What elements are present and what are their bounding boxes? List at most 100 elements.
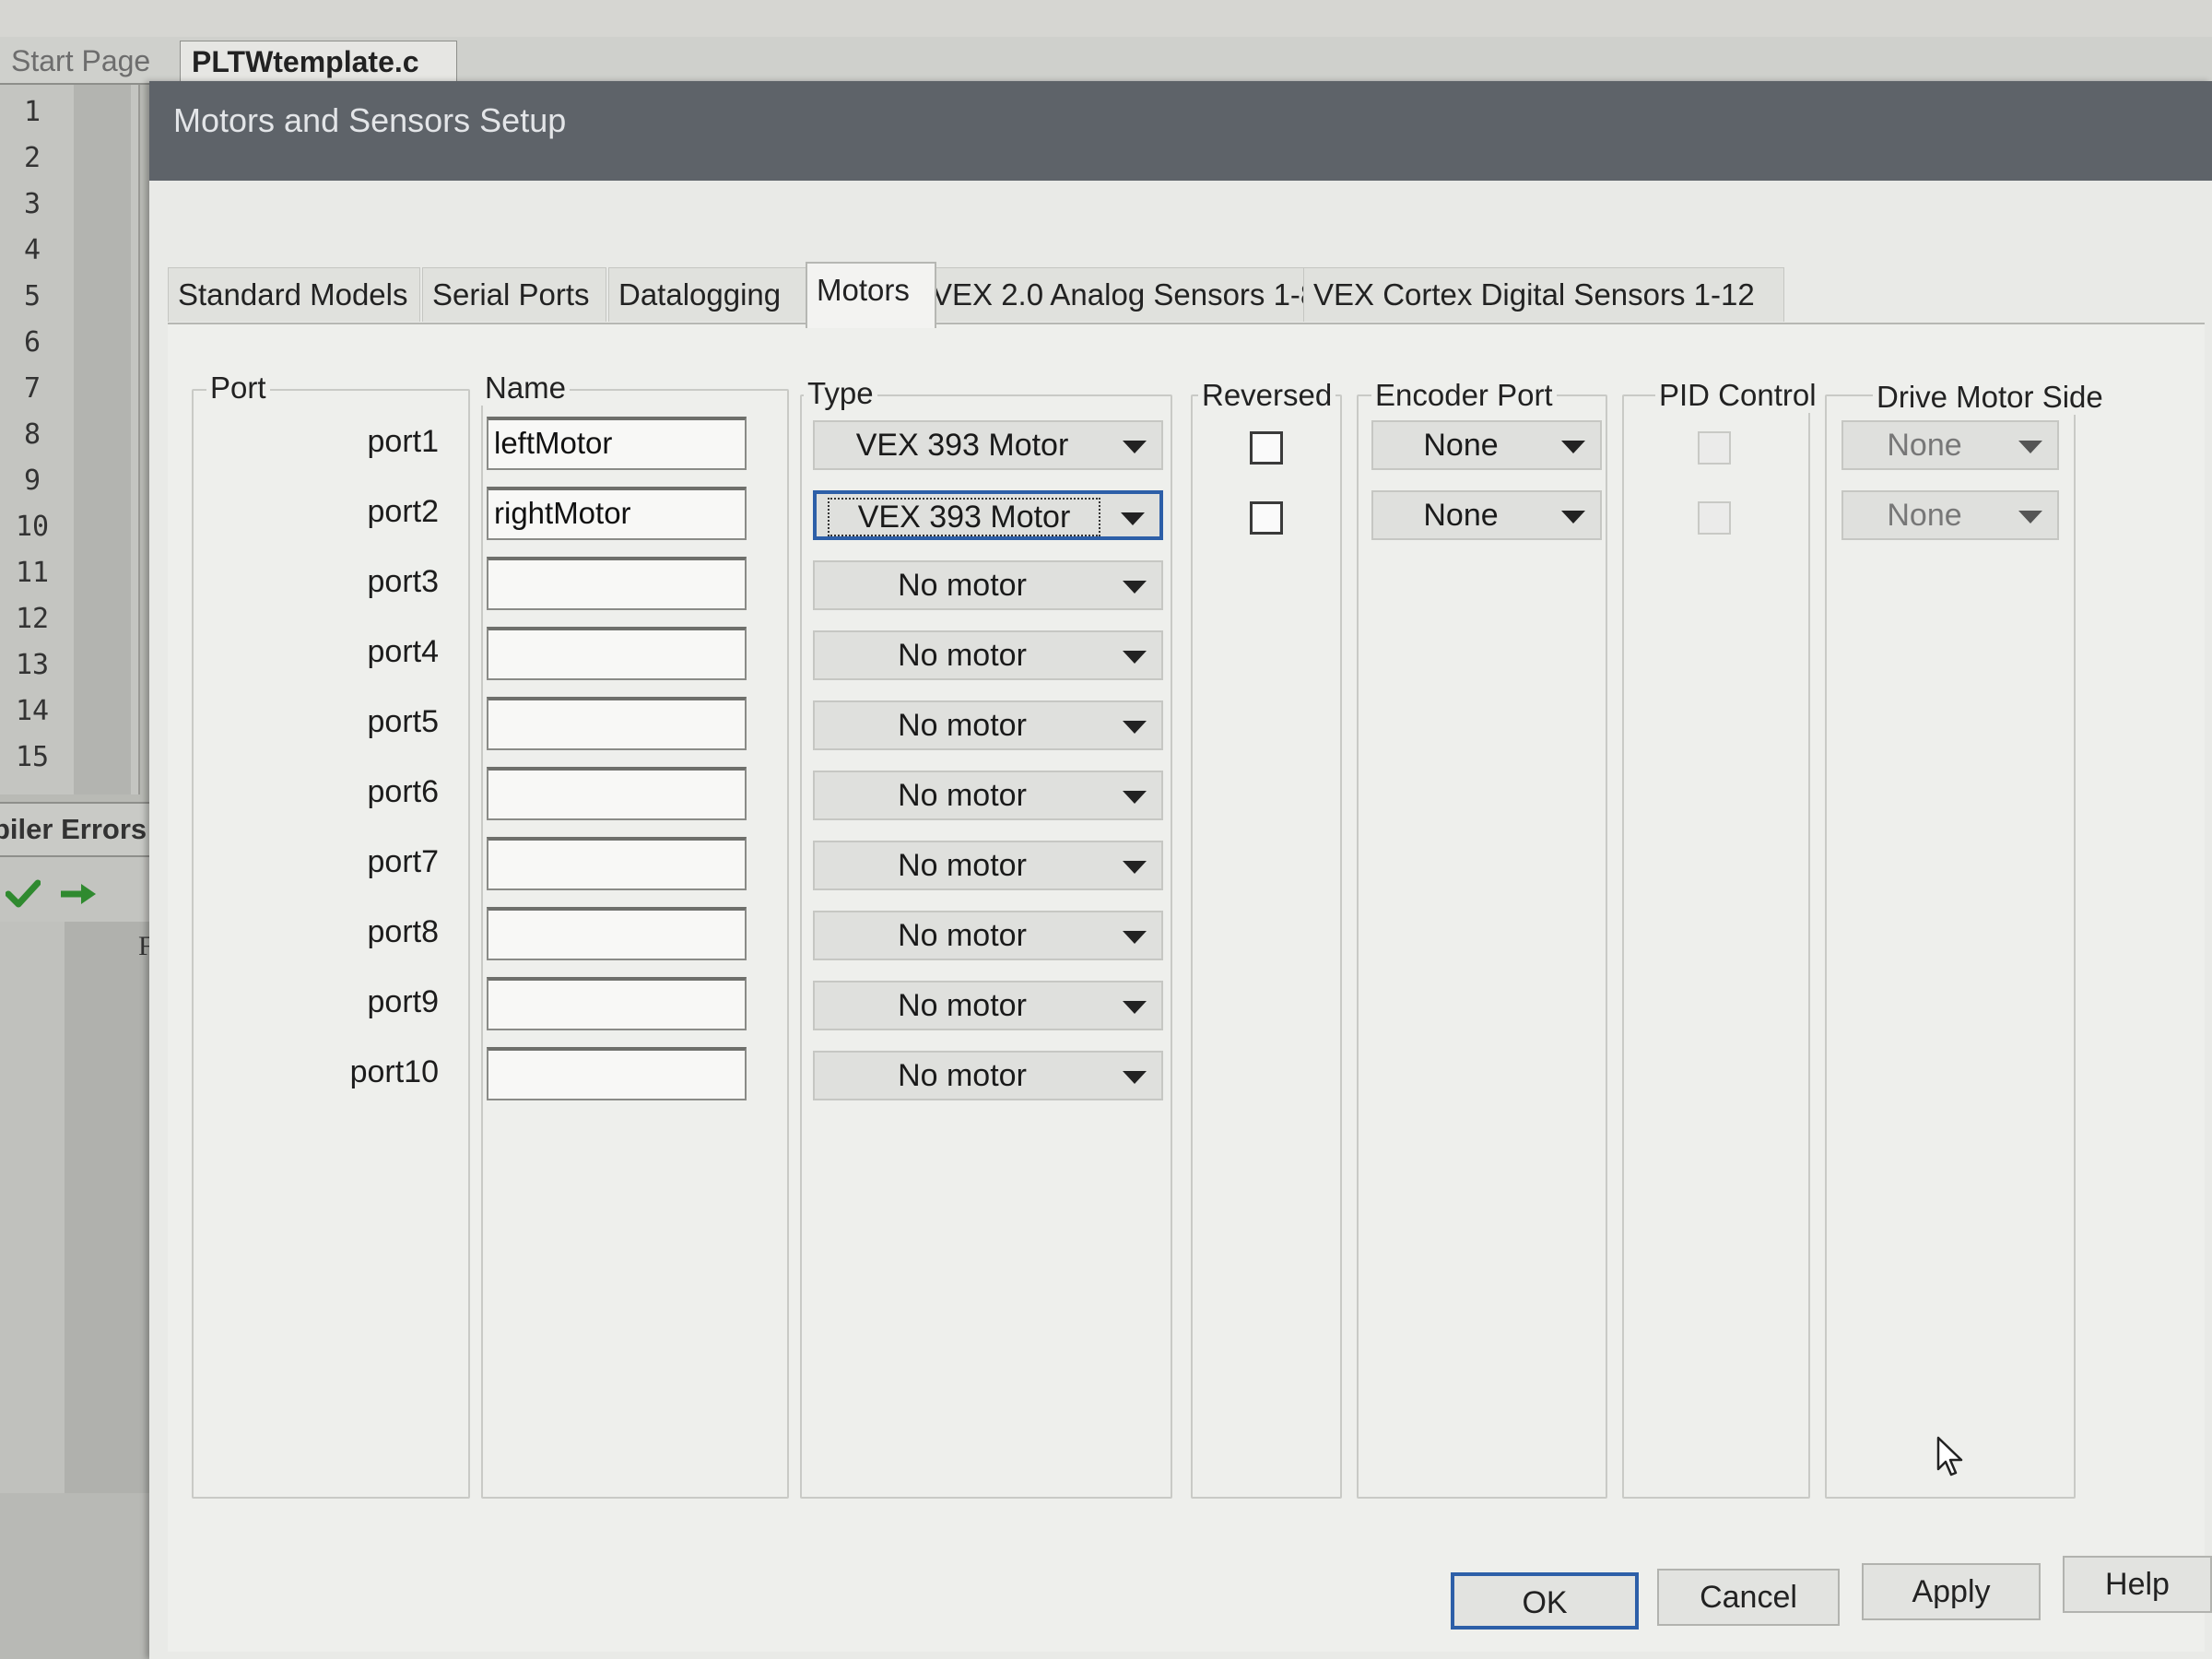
line-number: 1 xyxy=(23,96,41,128)
dialog-tabs: Standard Models Serial Ports Datalogging… xyxy=(168,184,2195,328)
port-label: port2 xyxy=(367,494,440,529)
editor-tab-strip: Start Page PLTWtemplate.c xyxy=(0,37,2212,85)
dialog-title: Motors and Sensors Setup xyxy=(173,101,567,139)
check-icon[interactable] xyxy=(6,877,41,911)
motor-name-field[interactable] xyxy=(487,837,747,890)
motor-type-dropdown[interactable]: No motor xyxy=(813,700,1163,750)
motors-sensors-dialog: Motors and Sensors Setup Standard Models… xyxy=(149,81,2212,1659)
motor-type-value: No motor xyxy=(898,918,1027,953)
chevron-down-icon xyxy=(1561,441,1585,453)
chevron-down-icon xyxy=(1123,581,1147,594)
motor-name-field[interactable] xyxy=(487,767,747,820)
arrow-right-icon[interactable] xyxy=(59,877,100,911)
motor-name-field[interactable] xyxy=(487,1047,747,1100)
pid-control-checkbox xyxy=(1698,431,1731,465)
reversed-column-header: Reversed xyxy=(1198,378,1336,413)
motor-type-dropdown[interactable]: No motor xyxy=(813,771,1163,820)
mouse-cursor-icon xyxy=(1936,1436,1963,1477)
encoder-port-dropdown[interactable]: None xyxy=(1371,490,1602,540)
motor-type-value: No motor xyxy=(898,708,1027,743)
motor-name-field[interactable] xyxy=(487,977,747,1030)
drive-motor-side-value: None xyxy=(1887,428,1962,463)
motor-type-value: No motor xyxy=(898,848,1027,883)
drive-motor-side-column-header: Drive Motor Side xyxy=(1873,380,2107,415)
line-number: 4 xyxy=(23,234,41,266)
drive-motor-side-dropdown: None xyxy=(1841,420,2059,470)
pid-control-column-header: PID Control xyxy=(1655,378,1820,413)
line-number: 12 xyxy=(15,603,50,635)
ok-button[interactable]: OK xyxy=(1451,1572,1639,1630)
line-number: 2 xyxy=(23,142,41,174)
gutter-margin xyxy=(74,85,131,794)
line-number: 8 xyxy=(23,418,41,451)
motor-name-field[interactable] xyxy=(487,627,747,680)
line-number: 10 xyxy=(15,511,50,543)
motor-name-field[interactable]: rightMotor xyxy=(487,487,747,540)
motor-type-value: No motor xyxy=(898,568,1027,603)
name-column-header: Name xyxy=(481,371,571,406)
tab-motors[interactable]: Motors xyxy=(806,262,936,328)
help-button[interactable]: Help xyxy=(2063,1556,2212,1613)
motor-type-value: No motor xyxy=(898,778,1027,813)
reversed-checkbox[interactable] xyxy=(1250,431,1283,465)
tab-pltw-template[interactable]: PLTWtemplate.c xyxy=(180,41,457,82)
line-number: 11 xyxy=(15,557,50,589)
motor-name-field[interactable] xyxy=(487,907,747,960)
errors-column xyxy=(65,922,157,1493)
line-number: 6 xyxy=(23,326,41,359)
port-column-header: Port xyxy=(206,371,270,406)
cancel-button[interactable]: Cancel xyxy=(1657,1569,1840,1626)
line-number-gutter: 1 2 3 4 5 6 7 8 9 10 11 12 13 14 15 xyxy=(0,85,140,794)
motor-type-dropdown[interactable]: No motor xyxy=(813,1051,1163,1100)
encoder-port-value: None xyxy=(1423,428,1499,463)
chevron-down-icon xyxy=(1121,512,1145,525)
tab-analog-sensors[interactable]: VEX 2.0 Analog Sensors 1-8 xyxy=(922,267,1318,322)
drive-motor-side-dropdown: None xyxy=(1841,490,2059,540)
tab-standard-models[interactable]: Standard Models xyxy=(168,267,420,322)
line-number: 15 xyxy=(15,741,50,773)
motor-type-value: No motor xyxy=(898,638,1027,673)
apply-button[interactable]: Apply xyxy=(1862,1563,2041,1620)
chevron-down-icon xyxy=(1123,931,1147,944)
tab-start-page[interactable]: Start Page xyxy=(0,41,161,81)
motor-type-dropdown[interactable]: VEX 393 Motor xyxy=(813,420,1163,470)
chevron-down-icon xyxy=(1123,651,1147,664)
motor-name-field[interactable] xyxy=(487,557,747,610)
drive-side-column-group xyxy=(1825,394,2076,1499)
compiler-errors-header: piler Errors xyxy=(0,802,157,857)
chevron-down-icon xyxy=(1123,1001,1147,1014)
port-label: port9 xyxy=(367,984,440,1019)
port-label: port8 xyxy=(367,914,440,949)
encoder-port-dropdown[interactable]: None xyxy=(1371,420,1602,470)
motor-type-dropdown[interactable]: VEX 393 Motor xyxy=(813,490,1163,540)
tab-serial-ports[interactable]: Serial Ports xyxy=(422,267,606,322)
encoder-port-column-header: Encoder Port xyxy=(1371,378,1557,413)
motor-type-dropdown[interactable]: No motor xyxy=(813,841,1163,890)
pid-control-checkbox xyxy=(1698,501,1731,535)
motor-type-value: No motor xyxy=(898,1058,1027,1093)
line-number: 5 xyxy=(23,280,41,312)
editor-toolbar xyxy=(0,0,2212,38)
tab-digital-sensors[interactable]: VEX Cortex Digital Sensors 1-12 xyxy=(1303,267,1784,322)
port-label: port7 xyxy=(367,844,440,879)
chevron-down-icon xyxy=(2018,441,2042,453)
line-number: 13 xyxy=(15,649,50,681)
motor-name-field[interactable] xyxy=(487,697,747,750)
reversed-checkbox[interactable] xyxy=(1250,501,1283,535)
motors-panel: Port Name Type Reversed Encoder Port PID… xyxy=(168,323,2205,1652)
motor-name-field[interactable]: leftMotor xyxy=(487,417,747,470)
motor-type-dropdown[interactable]: No motor xyxy=(813,981,1163,1030)
motor-type-value: VEX 393 Motor xyxy=(824,494,1104,540)
port-label: port5 xyxy=(367,704,440,739)
tab-datalogging[interactable]: Datalogging xyxy=(608,267,820,322)
port-label: port3 xyxy=(367,564,440,599)
motor-type-dropdown[interactable]: No motor xyxy=(813,630,1163,680)
errors-toolbar xyxy=(0,857,157,922)
motor-type-dropdown[interactable]: No motor xyxy=(813,560,1163,610)
type-column-header: Type xyxy=(804,376,877,411)
pid-column-group xyxy=(1622,394,1810,1499)
line-number: 14 xyxy=(15,695,50,727)
motor-type-dropdown[interactable]: No motor xyxy=(813,911,1163,960)
motor-type-value: VEX 393 Motor xyxy=(855,428,1069,463)
drive-motor-side-value: None xyxy=(1887,498,1962,533)
